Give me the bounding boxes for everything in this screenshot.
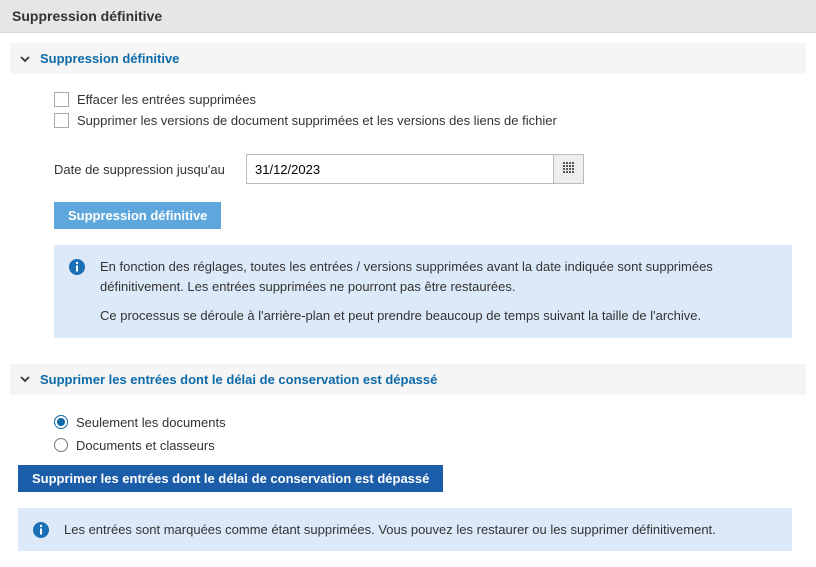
info-box-permanent-delete: En fonction des réglages, toutes les ent… [54, 245, 792, 338]
date-until-input-wrap [246, 154, 584, 184]
checkbox-icon [54, 113, 69, 128]
chevron-down-icon [20, 374, 30, 384]
radio-only-documents[interactable]: Seulement les documents [54, 415, 796, 430]
permanent-delete-button[interactable]: Suppression définitive [54, 202, 221, 229]
delete-expired-button[interactable]: Supprimer les entrées dont le délai de c… [18, 465, 443, 492]
date-picker-button[interactable] [554, 154, 584, 184]
page-title: Suppression définitive [0, 0, 816, 33]
info-paragraph: Les entrées sont marquées comme étant su… [64, 520, 778, 540]
section-permanent-delete-title: Suppression définitive [40, 51, 179, 66]
radio-label: Seulement les documents [76, 415, 226, 430]
chevron-down-icon [20, 54, 30, 64]
date-until-input[interactable] [246, 154, 554, 184]
section-permanent-delete-body: Effacer les entrées supprimées Supprimer… [10, 74, 806, 354]
checkbox-label: Effacer les entrées supprimées [77, 92, 256, 107]
section-delete-expired-header[interactable]: Supprimer les entrées dont le délai de c… [10, 364, 806, 395]
radio-icon [54, 438, 68, 452]
section-permanent-delete-header[interactable]: Suppression définitive [10, 43, 806, 74]
info-box-delete-expired: Les entrées sont marquées comme étant su… [18, 508, 792, 552]
info-text: Les entrées sont marquées comme étant su… [64, 520, 778, 540]
info-icon [68, 258, 86, 276]
info-paragraph: Ce processus se déroule à l'arrière-plan… [100, 306, 778, 326]
date-until-row: Date de suppression jusqu'au [54, 154, 796, 184]
date-until-label: Date de suppression jusqu'au [54, 162, 234, 177]
info-text: En fonction des réglages, toutes les ent… [100, 257, 778, 326]
radio-documents-and-folders[interactable]: Documents et classeurs [54, 438, 796, 453]
section-permanent-delete: Suppression définitive Effacer les entré… [10, 43, 806, 354]
section-delete-expired-body: Seulement les documents Documents et cla… [10, 395, 806, 567]
checkbox-icon [54, 92, 69, 107]
section-delete-expired-title: Supprimer les entrées dont le délai de c… [40, 372, 437, 387]
checkbox-erase-deleted-entries[interactable]: Effacer les entrées supprimées [54, 92, 796, 107]
radio-icon [54, 415, 68, 429]
calendar-icon [562, 161, 576, 178]
section-delete-expired: Supprimer les entrées dont le délai de c… [10, 364, 806, 567]
checkbox-label: Supprimer les versions de document suppr… [77, 113, 557, 128]
radio-label: Documents et classeurs [76, 438, 215, 453]
checkbox-delete-doc-versions[interactable]: Supprimer les versions de document suppr… [54, 113, 796, 128]
info-paragraph: En fonction des réglages, toutes les ent… [100, 257, 778, 296]
